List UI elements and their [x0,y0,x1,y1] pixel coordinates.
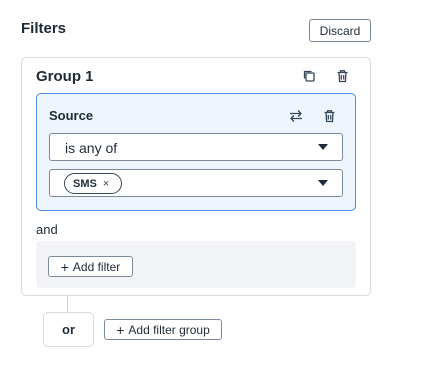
plus-icon: + [116,321,125,338]
add-filter-label: Add filter [72,259,121,274]
page-title: Filters [21,20,67,37]
add-filter-button[interactable]: + Add filter [48,256,133,277]
value-chip-label: SMS [73,177,97,190]
trash-icon[interactable] [320,107,338,125]
chevron-down-icon [318,144,328,150]
swap-icon[interactable] [286,107,306,125]
trash-icon[interactable] [333,67,351,85]
operator-select-value: is any of [65,140,118,156]
chevron-down-icon [318,180,328,186]
add-filter-group-label: Add filter group [128,322,210,337]
discard-button[interactable]: Discard [309,19,371,42]
group-title: Group 1 [36,68,94,85]
connector-line [67,296,68,312]
filter-property-label: Source [49,108,94,123]
copy-icon[interactable] [300,67,318,85]
value-chip: SMS × [64,173,122,194]
plus-icon: + [60,258,69,275]
or-separator: or [43,312,94,347]
add-filter-group-button[interactable]: + Add filter group [104,319,222,340]
and-label: and [36,222,58,237]
remove-icon[interactable]: × [103,178,109,190]
